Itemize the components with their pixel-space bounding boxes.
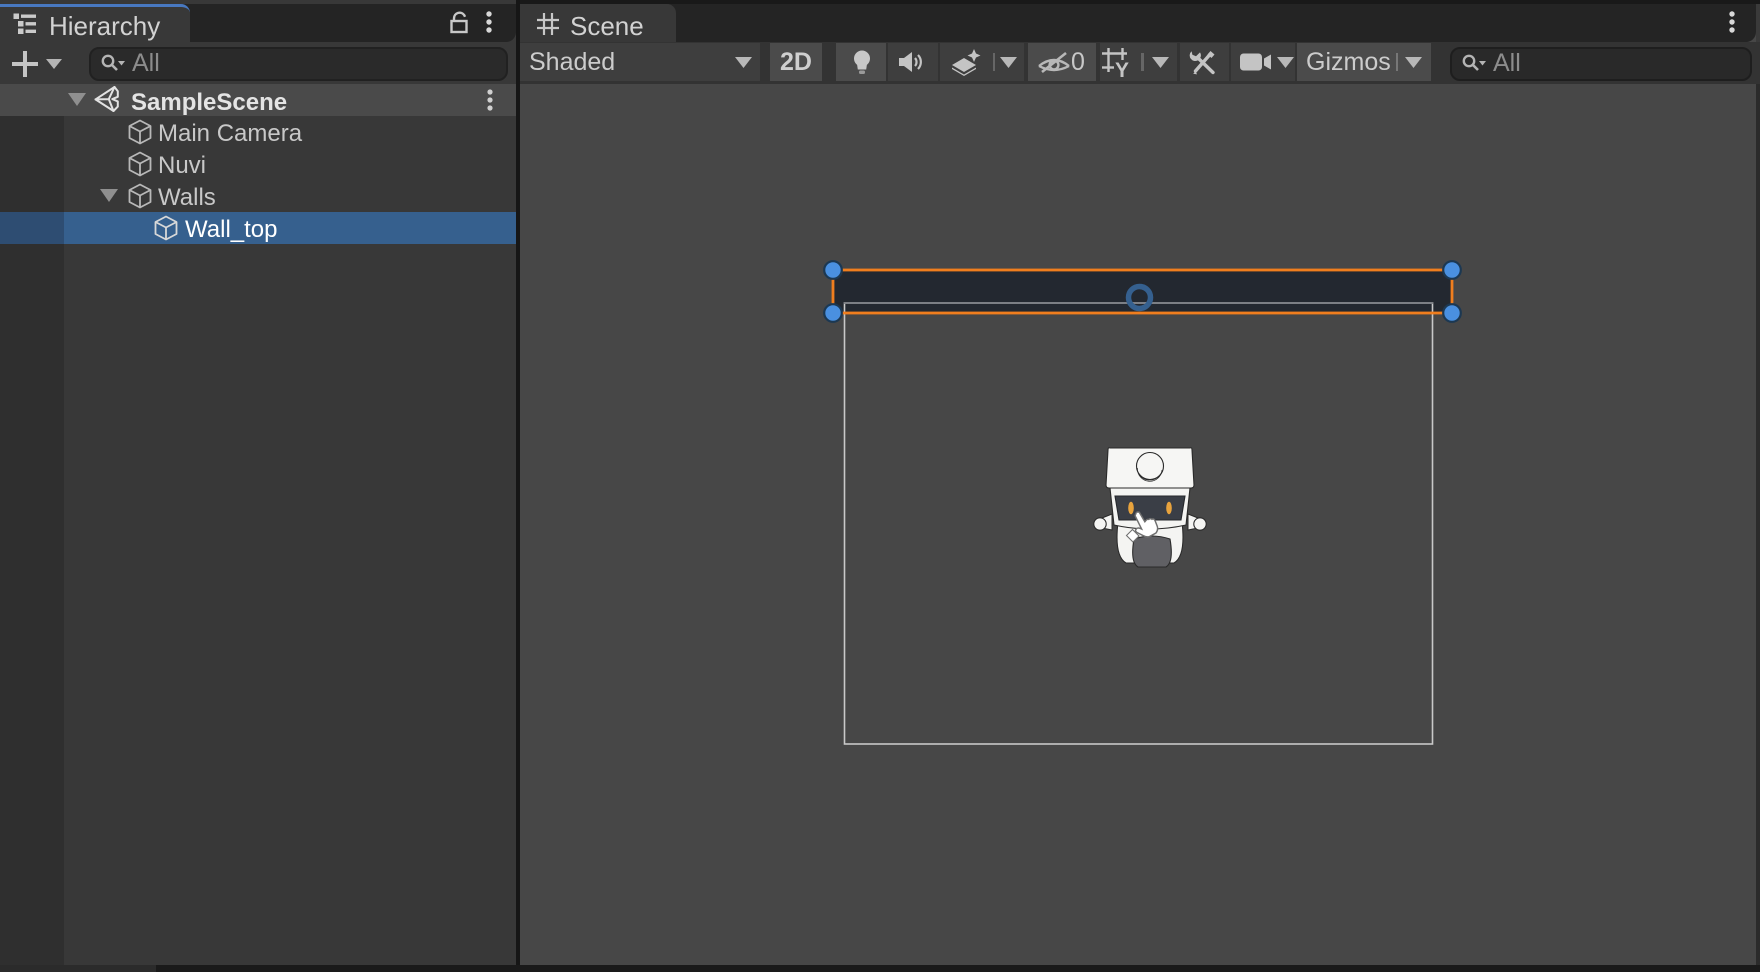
svg-text:Y: Y [1115,59,1129,78]
